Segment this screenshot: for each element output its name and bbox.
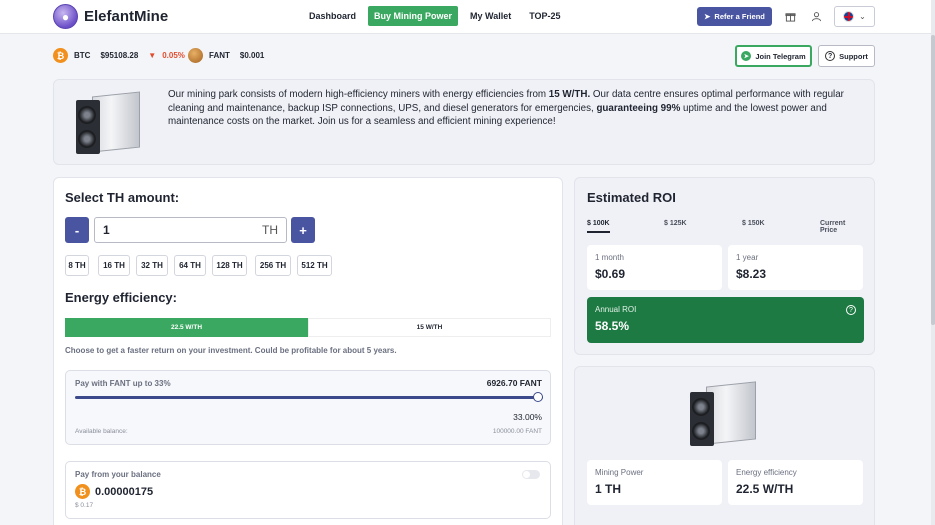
nav-my-wallet[interactable]: My Wallet: [464, 6, 517, 26]
annual-roi-card: Annual ROI 58.5% ?: [587, 297, 864, 343]
btc-balance-amount: 0.00000175: [95, 485, 154, 498]
annual-roi-label: Annual ROI: [595, 305, 637, 314]
fant-slider-handle[interactable]: [533, 392, 543, 402]
roi-title: Estimated ROI: [587, 190, 676, 205]
support-button[interactable]: ? Support: [818, 45, 875, 67]
roi-tabs: $ 100K $ 125K $ 150K Current Price: [587, 220, 864, 234]
telegram-icon: ➤: [741, 51, 752, 61]
preset-8th[interactable]: 8 TH: [65, 255, 89, 276]
gift-icon[interactable]: [782, 8, 798, 24]
roi-year-label: 1 year: [736, 253, 759, 262]
balance-row: ₿ 0.00000175: [75, 484, 153, 499]
roi-month-label: 1 month: [595, 253, 624, 262]
question-icon[interactable]: ?: [846, 305, 856, 315]
language-select[interactable]: ⌄: [834, 6, 875, 27]
usd-balance-amount: $ 0.17: [75, 502, 94, 509]
preset-256th[interactable]: 256 TH: [255, 255, 291, 276]
available-balance-label: Available balance:: [75, 428, 128, 435]
fant-symbol: FANT: [209, 51, 230, 60]
brand-name: ElefantMine: [84, 8, 169, 25]
miner-image: [688, 381, 758, 448]
rocket-icon: ➤: [704, 12, 711, 21]
pay-fant-box: Pay with FANT up to 33% 6926.70 FANT 33.…: [65, 370, 551, 445]
ticker-bar: ₿ BTC $95108.28 ▼ 0.05% FANT $0.001 ➤ Jo…: [0, 34, 935, 78]
arrow-down-icon: ▼: [148, 51, 157, 60]
miner-image: [74, 91, 142, 154]
roi-panel: Estimated ROI $ 100K $ 125K $ 150K Curre…: [574, 177, 875, 355]
roi-tab-125k[interactable]: $ 125K: [664, 220, 687, 227]
bitcoin-icon: ₿: [53, 48, 68, 63]
btc-change: 0.05%: [162, 51, 185, 60]
roi-month-card: 1 month $0.69: [587, 245, 722, 290]
pay-balance-box: Pay from your balance ₿ 0.00000175 $ 0.1…: [65, 461, 551, 519]
btc-price: $95108.28: [100, 51, 139, 60]
chevron-down-icon: ⌄: [859, 12, 866, 21]
bitcoin-icon: ₿: [75, 484, 90, 499]
roi-tab-current-price[interactable]: Current Price: [820, 220, 864, 234]
select-th-title: Select TH amount:: [65, 190, 180, 205]
roi-month-value: $0.69: [595, 267, 626, 281]
energy-efficiency-value: 22.5 W/TH: [736, 482, 794, 496]
user-icon[interactable]: [808, 8, 824, 24]
top-nav: ● ElefantMine Dashboard Buy Mining Power…: [0, 0, 935, 34]
uk-flag-icon: [843, 11, 855, 22]
energy-efficiency-label: Energy efficiency: [736, 468, 797, 477]
fant-coin-icon: [188, 48, 203, 63]
fant-slider-track[interactable]: [75, 396, 543, 399]
fant-ticker: FANT $0.001: [188, 48, 264, 63]
roi-year-value: $8.23: [736, 267, 767, 281]
join-telegram-button[interactable]: ➤ Join Telegram: [735, 45, 812, 67]
available-balance-value: 100000.00 FANT: [492, 428, 542, 435]
nav-dashboard[interactable]: Dashboard: [303, 6, 362, 26]
purchase-panel: Select TH amount: - 1 TH + 8 TH 16 TH 32…: [53, 177, 563, 525]
preset-128th[interactable]: 128 TH: [212, 255, 247, 276]
annual-roi-value: 58.5%: [595, 319, 630, 333]
energy-option-22-5[interactable]: 22.5 W/TH: [65, 318, 308, 337]
preset-64th[interactable]: 64 TH: [174, 255, 206, 276]
energy-hint: Choose to get a faster return on your in…: [65, 346, 397, 355]
mining-power-value: 1 TH: [595, 482, 622, 496]
energy-efficiency-title: Energy efficiency:: [65, 290, 177, 305]
energy-option-15[interactable]: 15 W/TH: [308, 318, 551, 337]
th-unit: TH: [262, 223, 278, 237]
fant-percent: 33.00%: [513, 412, 542, 422]
refer-friend-button[interactable]: ➤ Refer a Friend: [697, 7, 772, 26]
preset-32th[interactable]: 32 TH: [136, 255, 168, 276]
support-label: Support: [839, 51, 868, 61]
roi-year-card: 1 year $8.23: [728, 245, 863, 290]
energy-toggle: 22.5 W/TH 15 W/TH: [65, 318, 551, 337]
pay-fant-label: Pay with FANT up to 33%: [75, 379, 171, 388]
refer-friend-label: Refer a Friend: [714, 12, 765, 21]
pay-balance-label: Pay from your balance: [75, 470, 161, 479]
nav-links: Dashboard Buy Mining Power My Wallet TOP…: [303, 6, 567, 26]
th-amount-value: 1: [103, 223, 110, 237]
energy-efficiency-card: Energy efficiency 22.5 W/TH: [728, 460, 863, 505]
btc-symbol: BTC: [74, 51, 91, 60]
scrollbar-thumb[interactable]: [931, 35, 935, 325]
pay-fant-amount: 6926.70 FANT: [486, 378, 542, 388]
btc-ticker: ₿ BTC $95108.28 ▼ 0.05%: [53, 48, 185, 63]
nav-top-25[interactable]: TOP-25: [523, 6, 566, 26]
preset-16th[interactable]: 16 TH: [98, 255, 130, 276]
roi-tab-100k[interactable]: $ 100K: [587, 220, 610, 233]
preset-512th[interactable]: 512 TH: [297, 255, 332, 276]
info-description: Our mining park consists of modern high-…: [168, 89, 844, 127]
page-scrollbar[interactable]: [931, 0, 935, 525]
question-icon: ?: [825, 51, 836, 61]
info-card: Our mining park consists of modern high-…: [53, 79, 875, 165]
nav-buy-mining-power[interactable]: Buy Mining Power: [368, 6, 459, 26]
mining-power-card: Mining Power 1 TH: [587, 460, 722, 505]
increment-button[interactable]: +: [291, 217, 315, 243]
mining-power-label: Mining Power: [595, 468, 644, 477]
roi-tab-150k[interactable]: $ 150K: [742, 220, 765, 227]
elephant-logo-icon: ●: [53, 4, 78, 29]
join-telegram-label: Join Telegram: [755, 51, 806, 61]
decrement-button[interactable]: -: [65, 217, 89, 243]
spec-panel: Mining Power 1 TH Energy efficiency 22.5…: [574, 366, 875, 525]
pay-balance-toggle[interactable]: [522, 470, 540, 479]
th-amount-input[interactable]: 1 TH: [94, 217, 287, 243]
logo[interactable]: ● ElefantMine: [53, 4, 168, 29]
fant-price: $0.001: [239, 51, 265, 60]
